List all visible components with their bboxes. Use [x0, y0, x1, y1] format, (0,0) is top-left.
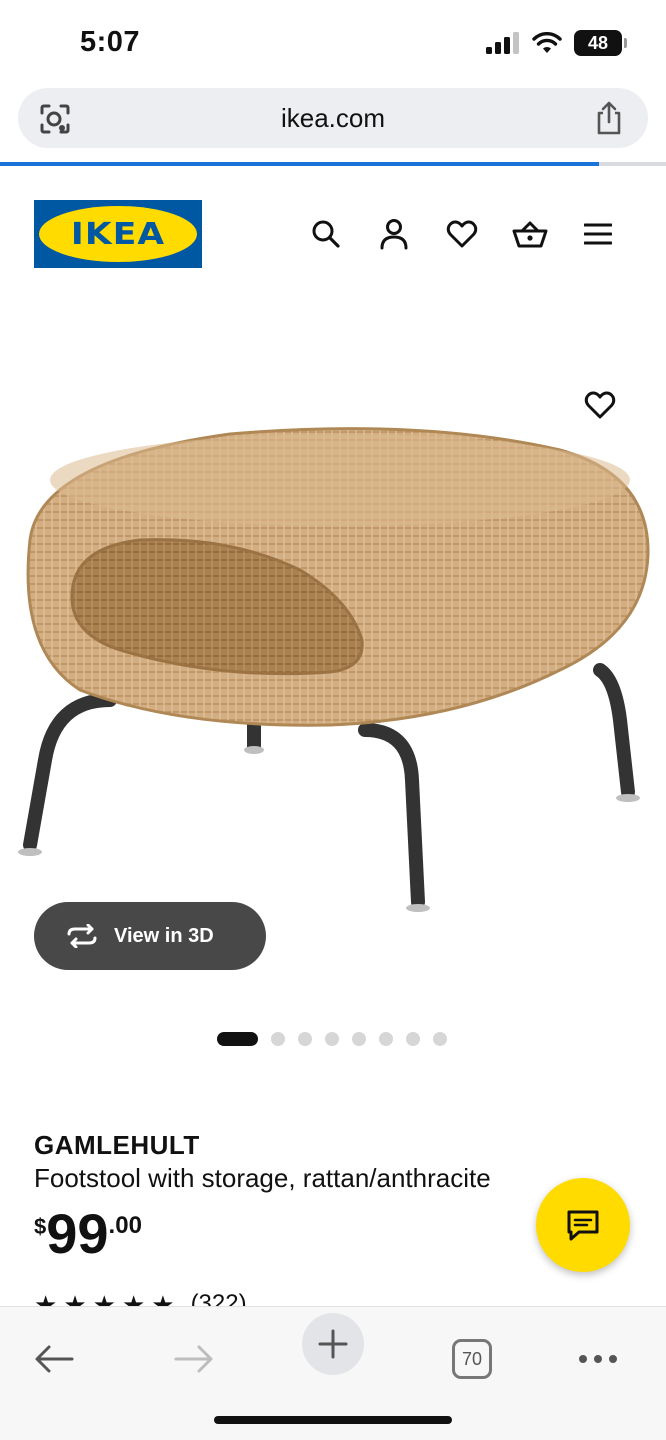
status-time: 5:07 — [80, 26, 141, 58]
chat-button[interactable] — [536, 1178, 630, 1272]
ikea-logo-oval: IKEA — [39, 206, 197, 262]
forward-arrow-icon — [174, 1345, 213, 1373]
favorites-button[interactable] — [442, 214, 482, 254]
tabs-icon: 70 — [452, 1339, 492, 1379]
tabs-button[interactable]: 70 — [442, 1329, 502, 1389]
product-price: $ 99 .00 — [34, 1206, 142, 1262]
product-image[interactable] — [0, 300, 666, 1000]
cart-icon — [512, 221, 548, 248]
product-name[interactable]: GAMLEHULT — [34, 1130, 200, 1161]
more-icon — [579, 1355, 617, 1363]
carousel-dot[interactable] — [325, 1032, 339, 1046]
leg-glides — [18, 746, 640, 912]
product-description: Footstool with storage, rattan/anthracit… — [34, 1163, 491, 1193]
menu-icon — [584, 223, 612, 245]
status-bar: 5:07 48 — [0, 0, 666, 88]
cellular-signal-icon — [486, 32, 519, 54]
price-cents: .00 — [108, 1212, 142, 1239]
ikea-logo-text: IKEA — [70, 216, 166, 252]
carousel-dot[interactable] — [406, 1032, 420, 1046]
plus-icon — [318, 1329, 348, 1359]
status-icons: 48 — [486, 30, 627, 56]
account-button[interactable] — [374, 214, 414, 254]
wifi-icon — [532, 32, 562, 53]
footstool-top — [50, 434, 630, 526]
chat-icon — [567, 1210, 599, 1241]
back-button[interactable] — [24, 1329, 84, 1389]
header-nav — [306, 214, 618, 254]
view-in-3d-label: View in 3D — [114, 924, 214, 947]
search-icon — [312, 220, 340, 248]
carousel-dot[interactable] — [433, 1032, 447, 1046]
carousel-dot[interactable] — [271, 1032, 285, 1046]
price-currency: $ — [34, 1214, 47, 1239]
home-indicator — [214, 1416, 452, 1424]
more-button[interactable] — [568, 1329, 628, 1389]
page-load-progress — [0, 162, 666, 166]
tabs-count: 70 — [461, 1348, 483, 1369]
view-in-3d-button[interactable]: View in 3D — [34, 902, 266, 970]
menu-button[interactable] — [578, 214, 618, 254]
carousel-dot[interactable] — [298, 1032, 312, 1046]
carousel-dot[interactable] — [217, 1032, 258, 1046]
rotate-3d-icon — [67, 924, 97, 948]
new-tab-button[interactable] — [302, 1313, 364, 1375]
battery-icon: 48 — [574, 30, 627, 56]
favorites-icon — [446, 220, 478, 248]
url-text[interactable]: ikea.com — [18, 103, 648, 134]
back-arrow-icon — [35, 1345, 74, 1373]
price-main: 99 — [46, 1202, 109, 1265]
account-icon — [380, 219, 408, 250]
share-icon[interactable] — [594, 100, 624, 136]
page-load-progress-fill — [0, 162, 600, 166]
battery-level: 48 — [587, 32, 609, 53]
cart-button[interactable] — [510, 214, 550, 254]
carousel-dot[interactable] — [379, 1032, 393, 1046]
search-button[interactable] — [306, 214, 346, 254]
battery-tip — [624, 38, 627, 48]
ikea-logo[interactable]: IKEA — [34, 200, 202, 268]
url-bar[interactable]: ikea.com — [18, 88, 648, 148]
carousel-dot[interactable] — [352, 1032, 366, 1046]
forward-button[interactable] — [164, 1329, 224, 1389]
save-to-favorites-icon[interactable] — [584, 390, 616, 420]
image-carousel-dots — [217, 1032, 447, 1046]
